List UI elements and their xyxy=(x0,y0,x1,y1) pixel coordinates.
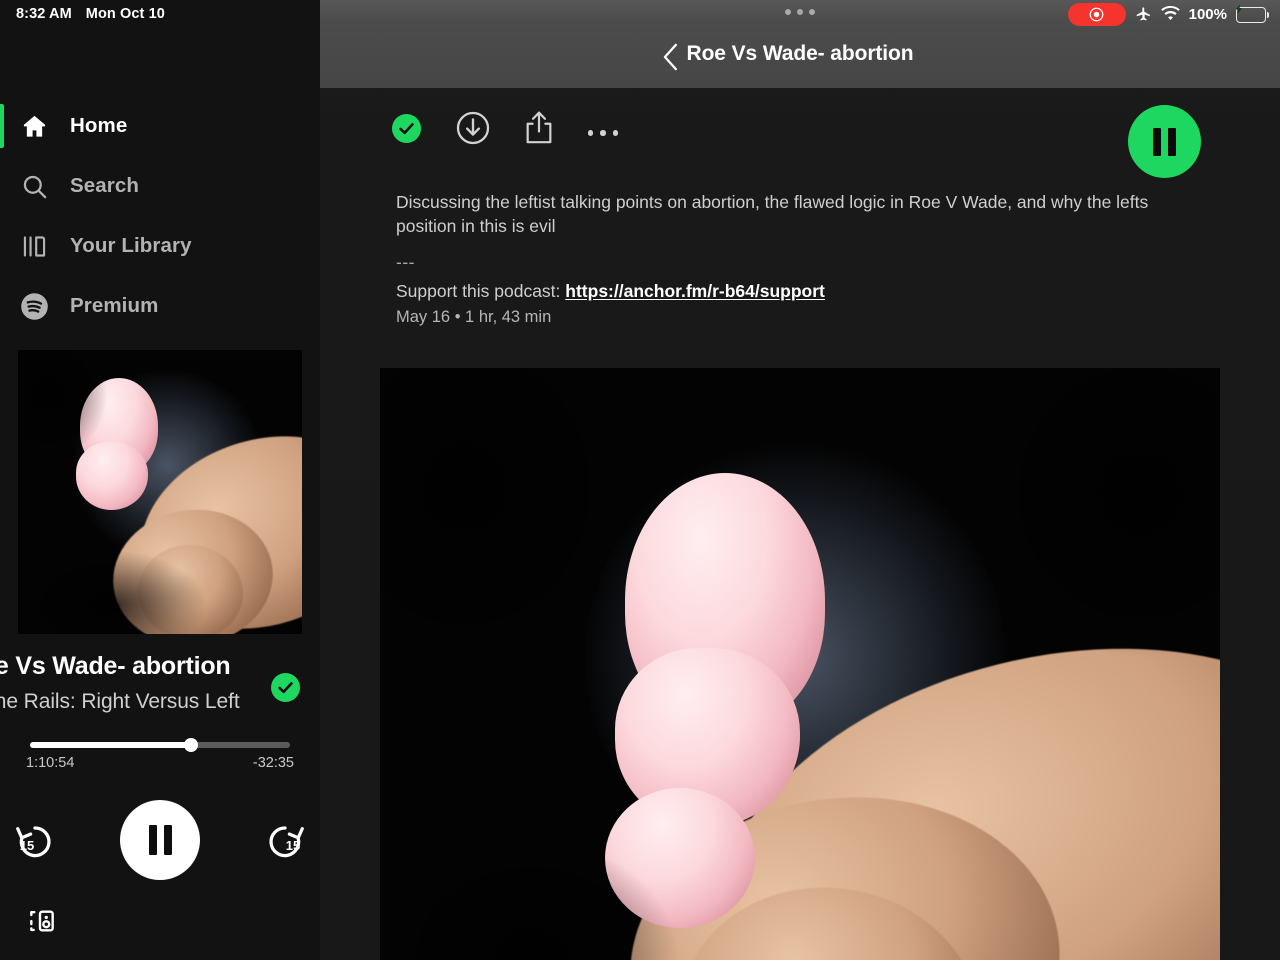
airplane-mode-icon xyxy=(1136,7,1150,21)
pause-icon xyxy=(148,825,172,855)
episode-play-pause-button[interactable] xyxy=(1128,105,1201,178)
skip-forward-seconds: 15 xyxy=(285,838,301,853)
sidebar: 8:32 AM Mon Oct 10 Home Search Your Libr… xyxy=(0,0,320,960)
skip-back-seconds: 15 xyxy=(19,838,35,853)
sidebar-item-premium[interactable]: Premium xyxy=(0,276,320,336)
more-options-button[interactable] xyxy=(583,126,623,140)
status-bar-time: 8:32 AM xyxy=(16,6,72,22)
connect-device-button[interactable] xyxy=(26,905,58,937)
download-circle-icon xyxy=(456,111,490,145)
remaining-time: -32:35 xyxy=(252,755,294,771)
progress-thumb[interactable] xyxy=(184,738,199,752)
skip-back-15-button[interactable]: 15 xyxy=(12,818,58,864)
spotify-logo-icon xyxy=(18,290,50,322)
search-icon xyxy=(18,170,50,202)
playback-times: 1:10:54 -32:35 xyxy=(26,755,294,771)
save-episode-button[interactable] xyxy=(392,114,421,143)
more-dot xyxy=(612,130,619,136)
share-icon xyxy=(526,111,552,144)
now-playing-title-marquee: Roe Vs Wade- abortion xyxy=(0,652,264,692)
sidebar-item-label: Premium xyxy=(70,294,159,317)
connect-device-icon xyxy=(30,910,54,932)
record-pill-icon xyxy=(1067,3,1126,26)
page-title: Roe Vs Wade- abortion xyxy=(686,42,914,65)
sidebar-item-search[interactable]: Search xyxy=(0,156,320,216)
download-button[interactable] xyxy=(455,110,491,146)
battery-percent-label: 100% xyxy=(1188,6,1227,23)
episode-description: Discussing the leftist talking points on… xyxy=(396,190,1186,303)
description-separator: --- xyxy=(396,252,415,272)
sidebar-item-label: Your Library xyxy=(70,234,192,257)
check-circle-filled-icon xyxy=(399,123,414,135)
now-playing-subtitle: Off the Rails: Right Versus Left xyxy=(0,690,240,713)
status-bar: 8:32 AM Mon Oct 10 xyxy=(0,0,320,28)
sidebar-item-label: Home xyxy=(70,114,128,137)
episode-image[interactable] xyxy=(380,368,1220,960)
sidebar-nav: Home Search Your Library Premium xyxy=(0,96,320,336)
now-playing-subtitle-marquee: Off the Rails: Right Versus Left xyxy=(0,690,272,720)
description-paragraph: Discussing the leftist talking points on… xyxy=(396,192,1149,236)
spotify-podcast-screen: 8:32 AM Mon Oct 10 Home Search Your Libr… xyxy=(0,0,1280,960)
playback-controls: 15 15 xyxy=(0,800,320,884)
now-playing-title: Roe Vs Wade- abortion xyxy=(0,652,231,680)
library-icon xyxy=(18,230,50,262)
now-playing-save-button[interactable] xyxy=(271,673,300,702)
episode-image-canvas xyxy=(380,368,1220,960)
bolt-icon xyxy=(1235,4,1242,14)
support-line: Support this podcast: https://anchor.fm/… xyxy=(396,279,1186,303)
pause-icon xyxy=(1153,127,1176,156)
support-link[interactable]: https://anchor.fm/r-b64/support xyxy=(565,281,825,301)
progress-fill xyxy=(30,742,192,748)
home-icon xyxy=(18,110,50,142)
check-icon xyxy=(278,682,293,694)
elapsed-time: 1:10:54 xyxy=(26,755,75,771)
header-status-icons: 100% xyxy=(1067,3,1269,26)
now-playing-artwork[interactable] xyxy=(18,350,302,634)
share-button[interactable] xyxy=(521,108,557,148)
playback-progress-slider[interactable] xyxy=(30,738,290,752)
support-prefix: Support this podcast: xyxy=(396,281,566,301)
artwork-canvas xyxy=(18,350,302,634)
more-dot xyxy=(587,130,594,136)
sidebar-item-home[interactable]: Home xyxy=(0,96,320,156)
panel-header: 100% Roe Vs Wade- abortion xyxy=(320,0,1280,88)
status-bar-date: Mon Oct 10 xyxy=(85,6,165,22)
record-icon xyxy=(1089,7,1104,22)
skip-forward-15-button[interactable]: 15 xyxy=(262,818,308,864)
wifi-icon xyxy=(1160,6,1180,21)
episode-actions xyxy=(320,96,1280,180)
sidebar-item-label: Search xyxy=(70,174,139,197)
play-pause-button[interactable] xyxy=(120,800,200,880)
drag-handle-dots[interactable] xyxy=(785,9,815,15)
battery-charging-icon xyxy=(1235,4,1269,23)
episode-detail-panel: 100% Roe Vs Wade- abortion Discussing th… xyxy=(320,0,1280,960)
episode-meta: May 16 • 1 hr, 43 min xyxy=(396,308,552,326)
more-dot xyxy=(600,130,606,136)
sidebar-item-your-library[interactable]: Your Library xyxy=(0,216,320,276)
